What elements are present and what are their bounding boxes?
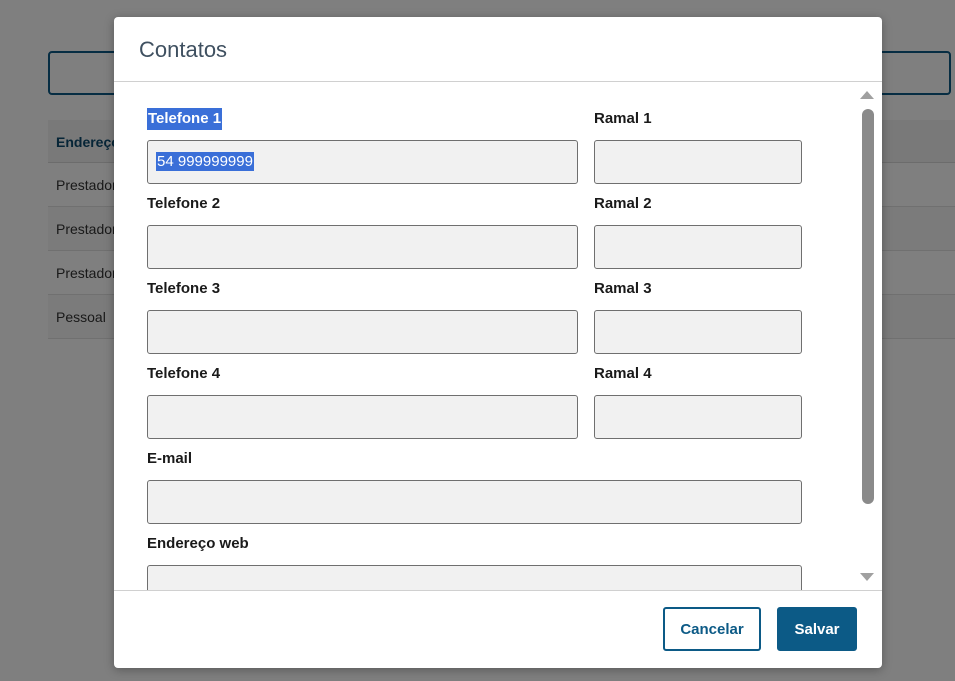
modal-body: Telefone 1 54 999999999 Ramal 1 Telefone… bbox=[114, 83, 882, 590]
telefone-1-input[interactable]: 54 999999999 bbox=[147, 140, 578, 184]
scroll-down-arrow-icon[interactable] bbox=[860, 573, 874, 581]
cancel-button[interactable]: Cancelar bbox=[663, 607, 761, 651]
ramal-1-group: Ramal 1 bbox=[594, 108, 802, 186]
ramal-1-input[interactable] bbox=[594, 140, 802, 184]
email-input[interactable] bbox=[147, 480, 802, 524]
scroll-thumb[interactable] bbox=[862, 109, 874, 504]
modal-title: Contatos bbox=[139, 37, 228, 62]
telefone-1-value: 54 999999999 bbox=[156, 152, 254, 171]
ramal-4-group: Ramal 4 bbox=[594, 363, 802, 441]
telefone-4-label: Telefone 4 bbox=[147, 365, 221, 382]
modal-scrollbar[interactable] bbox=[857, 89, 877, 585]
save-button[interactable]: Salvar bbox=[777, 607, 857, 651]
endereco-web-group: Endereço web bbox=[147, 533, 802, 590]
telefone-3-label: Telefone 3 bbox=[147, 280, 221, 297]
telefone-3-input[interactable] bbox=[147, 310, 578, 354]
telefone-2-input[interactable] bbox=[147, 225, 578, 269]
ramal-4-label: Ramal 4 bbox=[594, 365, 652, 382]
ramal-2-input[interactable] bbox=[594, 225, 802, 269]
endereco-web-input[interactable] bbox=[147, 565, 802, 590]
telefone-3-group: Telefone 3 bbox=[147, 278, 578, 356]
scroll-up-arrow-icon[interactable] bbox=[860, 91, 874, 99]
ramal-4-input[interactable] bbox=[594, 395, 802, 439]
ramal-2-label: Ramal 2 bbox=[594, 195, 652, 212]
ramal-3-label: Ramal 3 bbox=[594, 280, 652, 297]
endereco-web-label: Endereço web bbox=[147, 535, 249, 552]
modal-header: Contatos bbox=[114, 17, 882, 82]
email-group: E-mail bbox=[147, 448, 802, 526]
modal-footer: Cancelar Salvar bbox=[114, 590, 882, 668]
telefone-4-group: Telefone 4 bbox=[147, 363, 578, 441]
telefone-1-label: Telefone 1 bbox=[147, 108, 223, 130]
telefone-2-group: Telefone 2 bbox=[147, 193, 578, 271]
contacts-modal: Contatos Telefone 1 54 999999999 Ramal 1… bbox=[114, 17, 882, 668]
email-label: E-mail bbox=[147, 450, 193, 467]
telefone-2-label: Telefone 2 bbox=[147, 195, 221, 212]
telefone-1-group: Telefone 1 54 999999999 bbox=[147, 108, 578, 186]
ramal-2-group: Ramal 2 bbox=[594, 193, 802, 271]
ramal-3-group: Ramal 3 bbox=[594, 278, 802, 356]
ramal-3-input[interactable] bbox=[594, 310, 802, 354]
telefone-4-input[interactable] bbox=[147, 395, 578, 439]
ramal-1-label: Ramal 1 bbox=[594, 110, 652, 127]
